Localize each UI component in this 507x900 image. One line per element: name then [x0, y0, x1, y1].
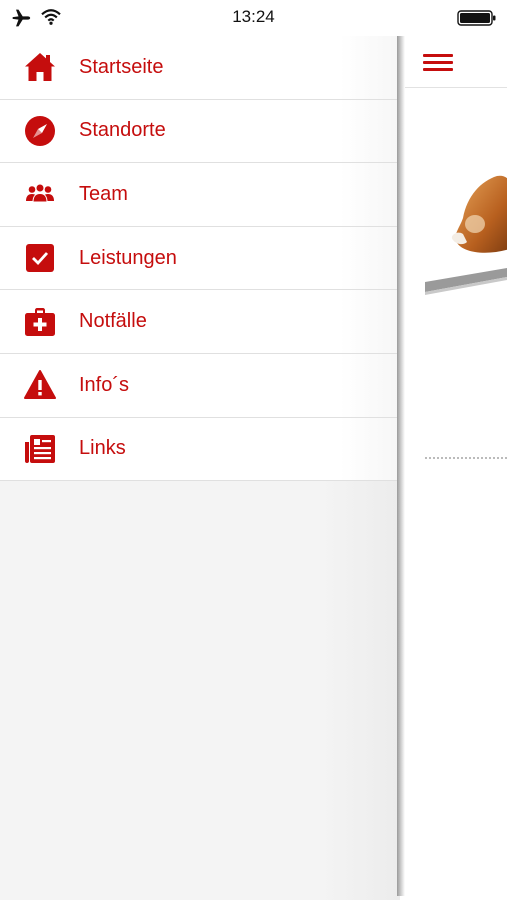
nav-item-notfaelle[interactable]: Notfälle	[0, 290, 400, 354]
nav-item-standorte[interactable]: Standorte	[0, 99, 400, 164]
status-time: 13:24	[232, 7, 275, 26]
hero-image	[425, 175, 507, 295]
compass-icon	[22, 113, 58, 149]
nav-item-links[interactable]: Links	[0, 417, 400, 482]
nav-item-startseite[interactable]: Startseite	[0, 36, 400, 100]
nav-item-infos[interactable]: Info´s	[0, 353, 400, 418]
nav-item-label: Standorte	[79, 119, 166, 142]
drawer-edge-shadow	[397, 36, 405, 896]
nav-item-label: Notfälle	[79, 310, 147, 333]
battery-icon	[457, 10, 496, 26]
nav-item-label: Team	[79, 182, 128, 205]
main-content	[405, 36, 507, 900]
nav-item-label: Links	[79, 437, 126, 460]
divider	[425, 457, 507, 459]
first-aid-kit-icon	[22, 304, 58, 340]
hamburger-icon[interactable]	[423, 52, 453, 74]
nav-item-team[interactable]: Team	[0, 163, 400, 227]
nav-item-label: Info´s	[79, 373, 130, 396]
document-list-icon	[22, 431, 58, 467]
nav-menu: Startseite Standorte Team Leistungen Not…	[0, 36, 400, 482]
home-icon	[22, 49, 58, 85]
nav-item-label: Startseite	[79, 55, 164, 78]
status-bar: 13:24	[0, 0, 507, 36]
team-icon	[22, 176, 58, 212]
nav-item-leistungen[interactable]: Leistungen	[0, 226, 400, 291]
main-header	[405, 36, 507, 88]
checkbox-icon	[22, 240, 58, 276]
warning-icon	[22, 367, 58, 403]
navigation-drawer: Startseite Standorte Team Leistungen Not…	[0, 36, 400, 900]
nav-item-label: Leistungen	[79, 246, 177, 269]
